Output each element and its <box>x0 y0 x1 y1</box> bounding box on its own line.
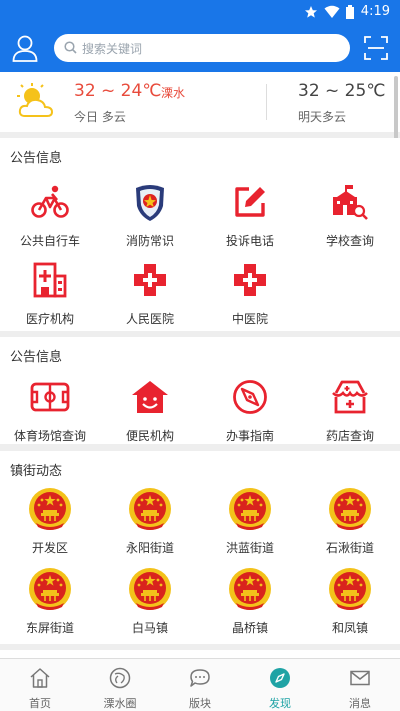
section-title: 公告信息 <box>10 151 63 166</box>
grid-item-label: 便民机构 <box>125 429 174 443</box>
medical-cross-icon <box>234 264 266 296</box>
grid-item-dongping-street[interactable]: 东屏街道 <box>0 567 100 636</box>
national-emblem-icon <box>29 568 71 610</box>
grid-item-label: 洪蓝街道 <box>225 541 274 555</box>
grid-item-label: 投诉电话 <box>225 234 274 248</box>
tab-label: 首页 <box>29 697 51 710</box>
grid-item-label: 白马镇 <box>131 621 168 635</box>
grid-item-development-zone[interactable]: 开发区 <box>0 487 100 556</box>
national-emblem-icon <box>129 488 171 530</box>
pharmacy-icon <box>332 380 368 414</box>
search-icon <box>64 41 77 54</box>
fire-police-badge-icon <box>136 185 164 221</box>
grid-item-label: 体育场馆查询 <box>13 429 86 443</box>
grid-item-service-guide[interactable]: 办事指南 <box>200 375 300 444</box>
medical-cross-icon <box>134 264 166 296</box>
school-search-icon <box>333 185 368 220</box>
grid-item-label: 人民医院 <box>125 312 174 326</box>
national-emblem-icon <box>329 488 371 530</box>
discover-compass-icon <box>270 668 290 688</box>
tab-sections[interactable]: 版块 <box>160 659 240 711</box>
today-weather-label: 今日 多云 <box>74 110 126 124</box>
tab-label: 消息 <box>349 697 371 710</box>
app-header: 搜索关键词 <box>0 24 400 72</box>
edit-icon <box>235 187 265 217</box>
search-placeholder: 搜索关键词 <box>82 42 143 56</box>
grid-item-stadium-search[interactable]: 体育场馆查询 <box>0 375 100 444</box>
battery-icon <box>346 5 354 19</box>
grid-item-label: 公共自行车 <box>19 234 80 248</box>
section-title: 公告信息 <box>10 350 63 365</box>
grid-item-shiqiu-street[interactable]: 石湫街道 <box>300 487 400 556</box>
tomorrow-temperature: 32 ~ 25℃ <box>298 81 386 101</box>
tab-home[interactable]: 首页 <box>0 659 80 711</box>
chat-bubble-icon <box>190 669 210 687</box>
national-emblem-icon <box>329 568 371 610</box>
star-icon <box>305 6 317 18</box>
grid-item-label: 医疗机构 <box>25 312 74 326</box>
tab-messages[interactable]: 消息 <box>320 659 400 711</box>
grid-item-label: 石湫街道 <box>325 541 374 555</box>
section-town-news: 镇街动态 开发区 永阳街道 洪蓝街道 石湫街道 东屏街道 白马镇 晶桥镇 和凤镇 <box>0 451 400 644</box>
city-name: 溧水 <box>161 86 186 100</box>
grid-item-label: 永阳街道 <box>125 541 174 555</box>
grid-item-baima-town[interactable]: 白马镇 <box>100 567 200 636</box>
mail-icon <box>350 670 370 686</box>
grid-item-label: 学校查询 <box>325 234 374 248</box>
grid-item-label: 中医院 <box>231 312 268 326</box>
grid-item-label: 办事指南 <box>225 429 274 443</box>
compass-icon <box>233 380 267 414</box>
section-announcements: 公告信息 公共自行车 消防常识 投诉电话 学校查询 医疗机构 人民医院 中医院 <box>0 138 400 331</box>
national-emblem-icon <box>129 568 171 610</box>
grid-item-hefeng-town[interactable]: 和凤镇 <box>300 567 400 636</box>
tomorrow-weather-label: 明天多云 <box>298 110 347 124</box>
status-time: 4:19 <box>360 4 390 19</box>
grid-item-public-bicycle[interactable]: 公共自行车 <box>0 180 100 249</box>
grid-item-label: 消防常识 <box>125 234 174 248</box>
status-bar: 4:19 <box>0 0 400 24</box>
grid-item-label: 和凤镇 <box>331 621 368 635</box>
grid-item-tcm-hospital[interactable]: 中医院 <box>200 258 300 327</box>
grid-item-honglan-street[interactable]: 洪蓝街道 <box>200 487 300 556</box>
user-icon[interactable] <box>12 34 38 62</box>
search-input[interactable]: 搜索关键词 <box>54 34 350 62</box>
stadium-icon <box>30 382 70 412</box>
weather-panel[interactable]: 32 ~ 24℃ 溧水 今日 多云 32 ~ 25℃ 明天多云 <box>0 72 400 132</box>
grid-item-label: 东屏街道 <box>25 621 74 635</box>
scan-icon[interactable] <box>364 36 388 60</box>
grid-item-pharmacy-search[interactable]: 药店查询 <box>300 375 400 444</box>
tab-label: 版块 <box>189 697 211 710</box>
national-emblem-icon <box>229 488 271 530</box>
grid-item-label: 药店查询 <box>325 429 374 443</box>
grid-item-label: 晶桥镇 <box>231 621 268 635</box>
tab-label: 发现 <box>269 697 291 710</box>
grid-item-jingqiao-town[interactable]: 晶桥镇 <box>200 567 300 636</box>
tab-lishui-circle[interactable]: 溧水圈 <box>80 659 160 711</box>
grid-item-school-search[interactable]: 学校查询 <box>300 180 400 249</box>
today-temperature: 32 ~ 24℃ <box>74 81 162 101</box>
tab-label: 溧水圈 <box>103 697 137 710</box>
national-emblem-icon <box>229 568 271 610</box>
hospital-building-icon <box>33 262 67 298</box>
smile-house-icon <box>132 381 168 413</box>
section-title: 镇街动态 <box>10 464 63 479</box>
section-public-services: 公告信息 体育场馆查询 便民机构 办事指南 药店查询 <box>0 337 400 444</box>
partly-cloudy-icon <box>17 83 54 117</box>
tab-discover[interactable]: 发现 <box>240 659 320 711</box>
circle-icon <box>109 667 131 689</box>
grid-item-medical-institution[interactable]: 医疗机构 <box>0 258 100 327</box>
weather-divider <box>266 84 267 120</box>
grid-item-yongyang-street[interactable]: 永阳街道 <box>100 487 200 556</box>
grid-item-fire-safety[interactable]: 消防常识 <box>100 180 200 249</box>
grid-item-complaint-phone[interactable]: 投诉电话 <box>200 180 300 249</box>
bicycle-icon <box>31 185 69 218</box>
wifi-icon <box>324 5 340 18</box>
grid-item-convenience-agency[interactable]: 便民机构 <box>100 375 200 444</box>
grid-item-label: 开发区 <box>31 541 68 555</box>
home-icon <box>30 668 50 688</box>
national-emblem-icon <box>29 488 71 530</box>
grid-item-peoples-hospital[interactable]: 人民医院 <box>100 258 200 327</box>
bottom-tab-bar: 首页 溧水圈 版块 发现 消息 <box>0 658 400 711</box>
